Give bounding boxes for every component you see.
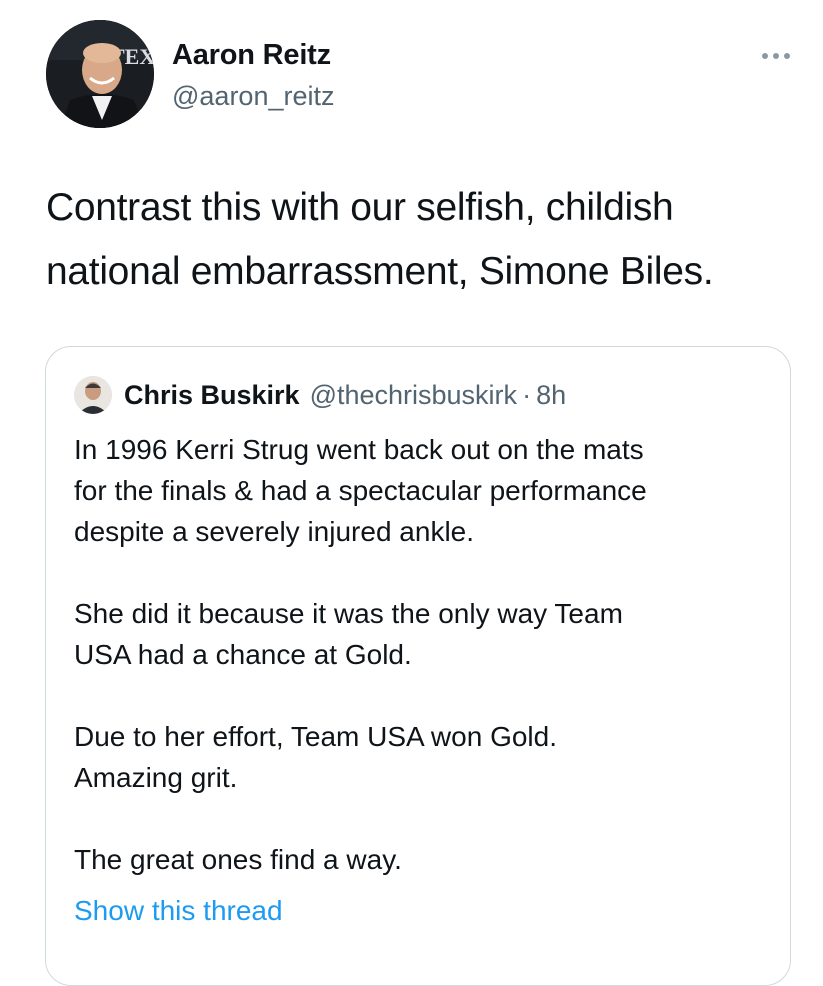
- quoted-text-line: She did it because it was the only way T…: [74, 598, 623, 629]
- quoted-text-line: In 1996 Kerri Strug went back out on the…: [74, 434, 644, 465]
- tweet-header: TEX Aaron Reitz @aaron_reitz: [46, 20, 796, 132]
- tweet-text-line: Contrast this with our selfish, childish: [46, 186, 674, 229]
- quoted-paragraph: She did it because it was the only way T…: [74, 593, 774, 675]
- tweet-text: Contrast this with our selfish, childish…: [46, 176, 806, 304]
- quoted-author-display-name: Chris Buskirk: [124, 379, 300, 410]
- quoted-text-line: USA had a chance at Gold.: [74, 639, 412, 670]
- author-names: Aaron Reitz @aaron_reitz: [172, 38, 335, 112]
- quoted-paragraph: Due to her effort, Team USA won Gold. Am…: [74, 716, 774, 798]
- quoted-header-separator: ·: [522, 379, 532, 410]
- quoted-text-line: for the finals & had a spectacular perfo…: [74, 475, 647, 506]
- quoted-text-line: despite a severely injured ankle.: [74, 516, 475, 547]
- tweet-text-line: national embarrassment, Simone Biles.: [46, 250, 714, 293]
- quoted-text-line: Amazing grit.: [74, 762, 238, 793]
- author-handle[interactable]: @aaron_reitz: [172, 80, 335, 112]
- quoted-tweet-text: In 1996 Kerri Strug went back out on the…: [74, 429, 774, 921]
- quoted-text-line: The great ones find a way.: [74, 844, 402, 875]
- author-display-name[interactable]: Aaron Reitz: [172, 38, 335, 72]
- author-avatar-image: TEX: [46, 20, 154, 128]
- tweet: TEX Aaron Reitz @aaron_reitz Contrast th…: [0, 0, 823, 986]
- quoted-tweet-card[interactable]: Chris Buskirk @thechrisbuskirk · 8h In 1…: [45, 346, 791, 986]
- quoted-text-line: Due to her effort, Team USA won Gold.: [74, 721, 557, 752]
- quoted-author-handle: @thechrisbuskirk: [309, 379, 518, 410]
- quoted-author-avatar: [74, 376, 112, 414]
- more-horizontal-icon[interactable]: [756, 46, 796, 66]
- quoted-paragraph: The great ones find a way.: [74, 839, 774, 880]
- quoted-tweet-header: Chris Buskirk @thechrisbuskirk · 8h: [74, 375, 566, 415]
- quoted-tweet-timestamp: 8h: [536, 379, 567, 410]
- quoted-paragraph: In 1996 Kerri Strug went back out on the…: [74, 429, 774, 552]
- show-thread-link[interactable]: Show this thread: [74, 891, 283, 931]
- author-avatar[interactable]: TEX: [46, 20, 154, 128]
